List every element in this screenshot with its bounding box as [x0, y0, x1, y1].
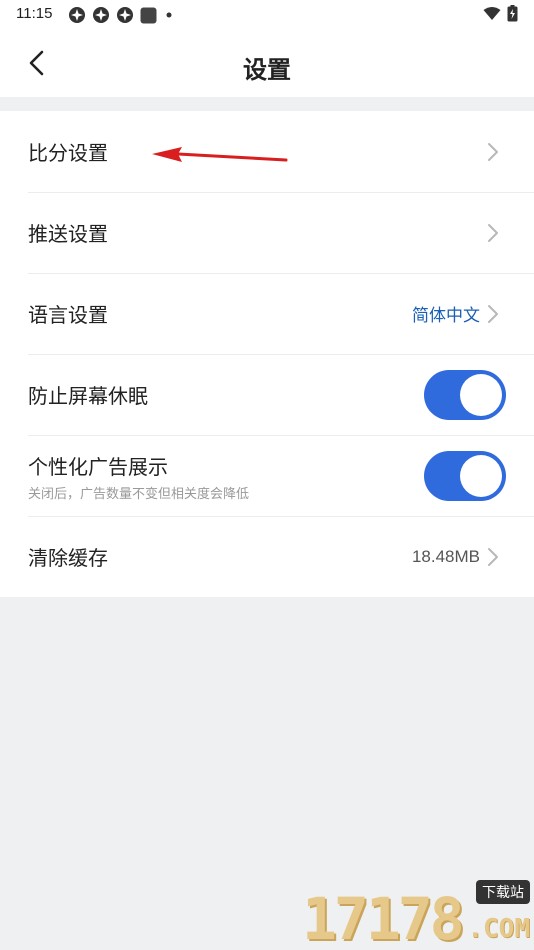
battery-icon — [507, 5, 518, 22]
status-time: 11:15 — [16, 5, 53, 22]
watermark: 17178 下载站 .COM — [302, 880, 530, 948]
chevron-right-icon — [488, 142, 498, 161]
clear-cache-item[interactable]: 清除缓存 18.48MB — [0, 516, 534, 597]
page-title: 设置 — [243, 56, 291, 84]
dot-icon — [166, 12, 172, 18]
watermark-suffix: .COM — [467, 914, 530, 944]
app-icon — [117, 7, 133, 23]
watermark-number: 17178 — [302, 885, 465, 950]
toggle-knob — [460, 454, 502, 497]
screen-awake-item: 防止屏幕休眠 — [0, 354, 534, 435]
language-settings-item[interactable]: 语言设置 简体中文 — [0, 273, 534, 354]
personalized-ads-item: 个性化广告展示 关闭后，广告数量不变但相关度会降低 — [0, 435, 534, 516]
navbar: 设置 — [0, 30, 534, 97]
personalized-ads-toggle[interactable] — [424, 450, 506, 501]
push-settings-label: 推送设置 — [28, 222, 108, 246]
app-icon — [69, 7, 85, 23]
chevron-right-icon — [488, 547, 498, 566]
cache-size-value: 18.48MB — [411, 546, 480, 566]
push-settings-item[interactable]: 推送设置 — [0, 192, 534, 273]
app-icon — [93, 7, 109, 23]
language-settings-label: 语言设置 — [28, 303, 108, 327]
settings-list: 比分设置 推送设置 语言设置 简体中文 防止屏幕休眠 个性化广告展示 关闭后，广… — [0, 111, 534, 597]
top-area: 11:15 设置 — [0, 0, 534, 97]
square-icon — [140, 7, 157, 23]
score-settings-item[interactable]: 比分设置 — [0, 111, 534, 192]
chevron-right-icon — [488, 304, 498, 323]
status-right-icons — [483, 5, 518, 22]
screen-awake-label: 防止屏幕休眠 — [28, 384, 148, 408]
chevron-right-icon — [488, 223, 498, 242]
score-settings-label: 比分设置 — [28, 141, 108, 165]
personalized-ads-description: 关闭后，广告数量不变但相关度会降低 — [28, 487, 250, 502]
clear-cache-label: 清除缓存 — [28, 546, 108, 570]
watermark-tag: 下载站 — [476, 880, 530, 904]
status-left-icons — [68, 6, 175, 24]
status-bar: 11:15 — [0, 0, 534, 30]
language-value: 简体中文 — [412, 306, 480, 326]
screen-awake-toggle[interactable] — [424, 369, 506, 420]
wifi-icon — [483, 7, 501, 20]
toggle-knob — [460, 373, 502, 416]
personalized-ads-label: 个性化广告展示 — [28, 455, 168, 479]
